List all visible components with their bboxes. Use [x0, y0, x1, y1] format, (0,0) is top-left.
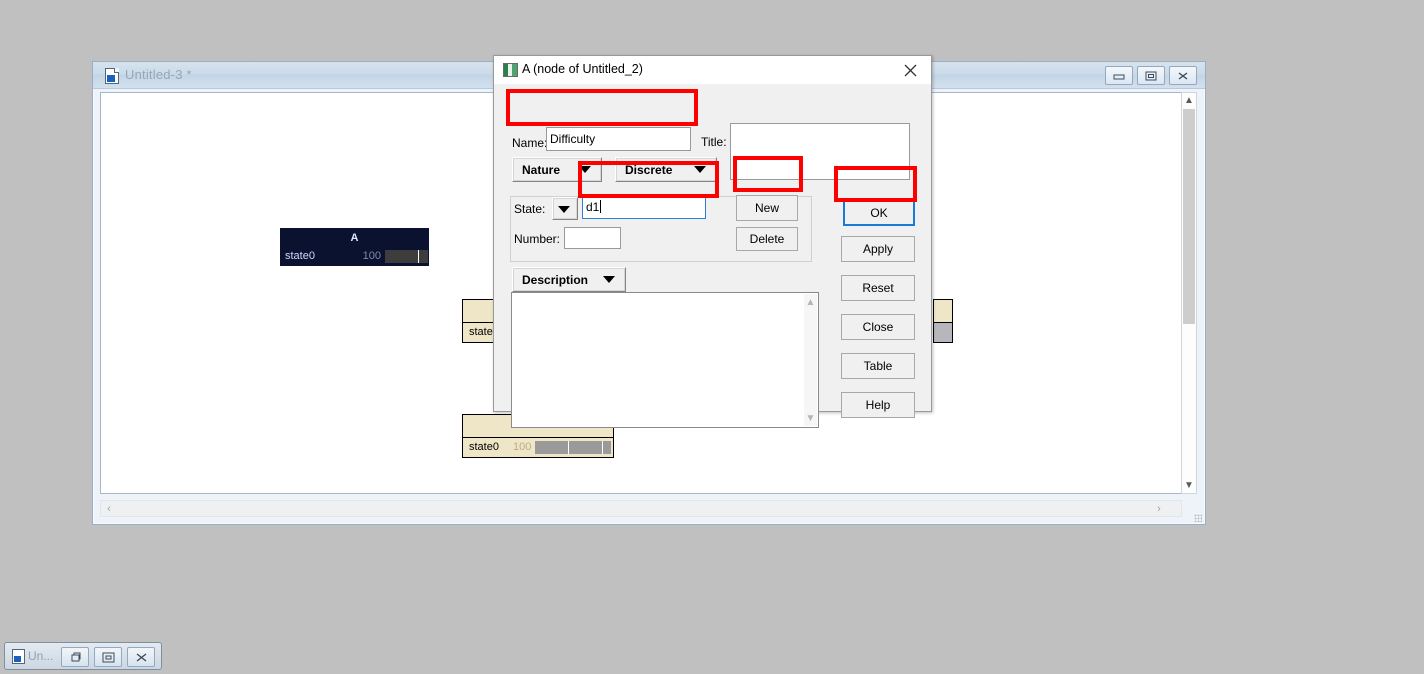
node-d[interactable] [933, 299, 953, 343]
new-state-button[interactable]: New [736, 195, 798, 221]
dialog-title: A (node of Untitled_2) [522, 62, 643, 76]
nature-dropdown-button[interactable]: Nature [512, 157, 602, 182]
taskbar-restore-button[interactable] [61, 647, 89, 667]
node-d-header [934, 300, 952, 322]
taskbar-item-title: Un... [28, 649, 54, 663]
chevron-down-icon [558, 206, 570, 213]
document-icon [12, 649, 25, 664]
delete-state-button[interactable]: Delete [736, 227, 798, 251]
scroll-up-icon[interactable]: ▲ [804, 294, 817, 310]
scroll-down-icon[interactable]: ▼ [804, 410, 817, 426]
chevron-down-icon [603, 276, 615, 283]
scroll-right-icon[interactable]: › [1153, 502, 1165, 515]
dialog-close-button[interactable] [895, 60, 925, 80]
apply-button[interactable]: Apply [841, 236, 915, 262]
node-a-state-row: state0 100 [280, 248, 429, 266]
close-icon [904, 64, 916, 76]
minimize-icon [1113, 74, 1125, 79]
node-a-state-label: state0 [285, 250, 315, 262]
state-label: State: [514, 202, 546, 216]
dialog-body: Name: Difficulty Title: Nature Discrete … [494, 84, 931, 428]
node-icon [503, 63, 518, 77]
node-c-bar [535, 441, 611, 454]
description-scrollbar[interactable]: ▲ ▼ [804, 294, 817, 426]
taskbar-close-button[interactable] [127, 647, 155, 667]
document-icon [105, 68, 119, 84]
node-a-state-value: 100 [362, 250, 381, 262]
name-input[interactable]: Difficulty [546, 127, 691, 151]
state-dropdown-button[interactable] [552, 197, 578, 220]
title-label: Title: [701, 135, 727, 149]
scroll-down-icon[interactable]: ▼ [1182, 478, 1196, 493]
node-d-state-row [934, 322, 952, 342]
node-a-bar [385, 250, 428, 263]
ok-button[interactable]: OK [843, 199, 915, 226]
scroll-up-icon[interactable]: ▲ [1182, 93, 1196, 108]
number-input[interactable] [564, 227, 621, 249]
canvas-horizontal-scrollbar[interactable]: ‹ › [100, 500, 1182, 517]
mdi-window-title: Untitled-3 * [125, 67, 192, 82]
state-input[interactable]: d1 [582, 194, 706, 219]
minimized-window-taskbar-item[interactable]: Un... [4, 642, 162, 670]
description-dropdown-label: Description [522, 272, 589, 287]
nature-dropdown-label: Nature [522, 162, 561, 177]
discrete-dropdown-button[interactable]: Discrete [615, 157, 717, 182]
discrete-dropdown-label: Discrete [625, 162, 673, 177]
vertical-scroll-thumb[interactable] [1183, 109, 1195, 324]
restore-icon [1145, 71, 1157, 80]
minimize-button[interactable] [1105, 66, 1133, 85]
restore-button[interactable] [1137, 66, 1165, 85]
taskbar-maximize-button[interactable] [94, 647, 122, 667]
node-b-state-label: state [469, 326, 493, 338]
reset-button[interactable]: Reset [841, 275, 915, 301]
restore-icon [71, 652, 80, 661]
node-c-state-row: state0 100 [463, 437, 613, 457]
chevron-down-icon [694, 166, 706, 173]
number-input-value [568, 228, 617, 248]
close-button[interactable]: Close [841, 314, 915, 340]
node-c-state-label: state0 [469, 441, 499, 453]
node-properties-dialog: A (node of Untitled_2) Name: Difficulty … [493, 55, 932, 428]
chevron-down-icon [579, 166, 591, 173]
scroll-left-icon[interactable]: ‹ [103, 502, 115, 515]
description-textarea[interactable]: ▲ ▼ [511, 292, 819, 428]
description-dropdown-button[interactable]: Description [512, 267, 626, 292]
close-icon [1178, 71, 1188, 80]
canvas-vertical-scrollbar[interactable]: ▲ ▼ [1181, 92, 1197, 494]
close-button[interactable] [1169, 66, 1197, 85]
help-button[interactable]: Help [841, 392, 915, 418]
table-button[interactable]: Table [841, 353, 915, 379]
maximize-icon [102, 652, 114, 662]
node-c-state-value: 100 [512, 441, 532, 453]
name-label: Name: [512, 136, 548, 150]
resize-grip[interactable] [1194, 514, 1202, 522]
name-input-value: Difficulty [550, 132, 596, 146]
title-textarea[interactable] [730, 123, 910, 180]
node-a-header: A [280, 228, 429, 248]
number-label: Number: [514, 232, 561, 246]
node-a[interactable]: A state0 100 [280, 228, 429, 266]
dialog-titlebar[interactable]: A (node of Untitled_2) [494, 56, 931, 84]
close-icon [136, 652, 146, 662]
state-input-value: d1 [586, 199, 602, 214]
